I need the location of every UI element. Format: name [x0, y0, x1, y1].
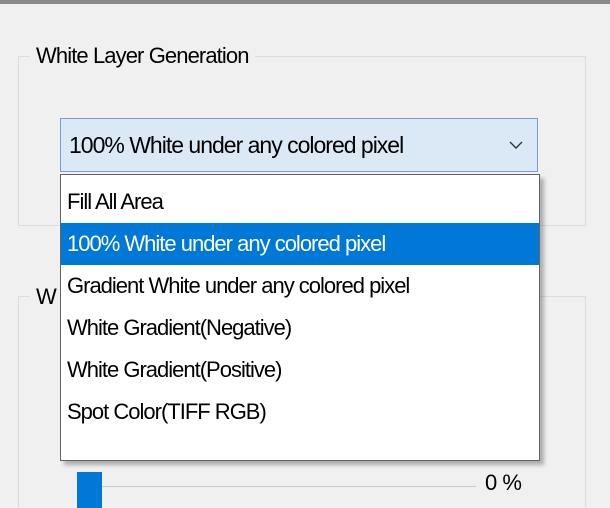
- white-group-title: W: [30, 284, 62, 310]
- option-fill-all-area[interactable]: Fill All Area: [61, 181, 539, 223]
- white-layer-generation-title: White Layer Generation: [30, 43, 255, 69]
- combobox-selected-value: 100% White under any colored pixel: [69, 132, 404, 158]
- option-white-gradient-negative[interactable]: White Gradient(Negative): [61, 307, 539, 349]
- option-spot-color-tiff-rgb[interactable]: Spot Color(TIFF RGB): [61, 391, 539, 433]
- combobox-dropdown-list: Fill All Area 100% White under any color…: [60, 174, 540, 461]
- option-white-gradient-positive[interactable]: White Gradient(Positive): [61, 349, 539, 391]
- slider-track[interactable]: [102, 486, 476, 487]
- white-layer-generation-combobox[interactable]: 100% White under any colored pixel: [60, 118, 538, 172]
- slider-value-label: 0 %: [485, 470, 522, 495]
- option-100-white-under-colored-pixel[interactable]: 100% White under any colored pixel: [61, 223, 539, 265]
- slider-thumb[interactable]: [77, 472, 102, 508]
- option-gradient-white-under-colored-pixel[interactable]: Gradient White under any colored pixel: [61, 265, 539, 307]
- chevron-down-icon[interactable]: [507, 136, 525, 154]
